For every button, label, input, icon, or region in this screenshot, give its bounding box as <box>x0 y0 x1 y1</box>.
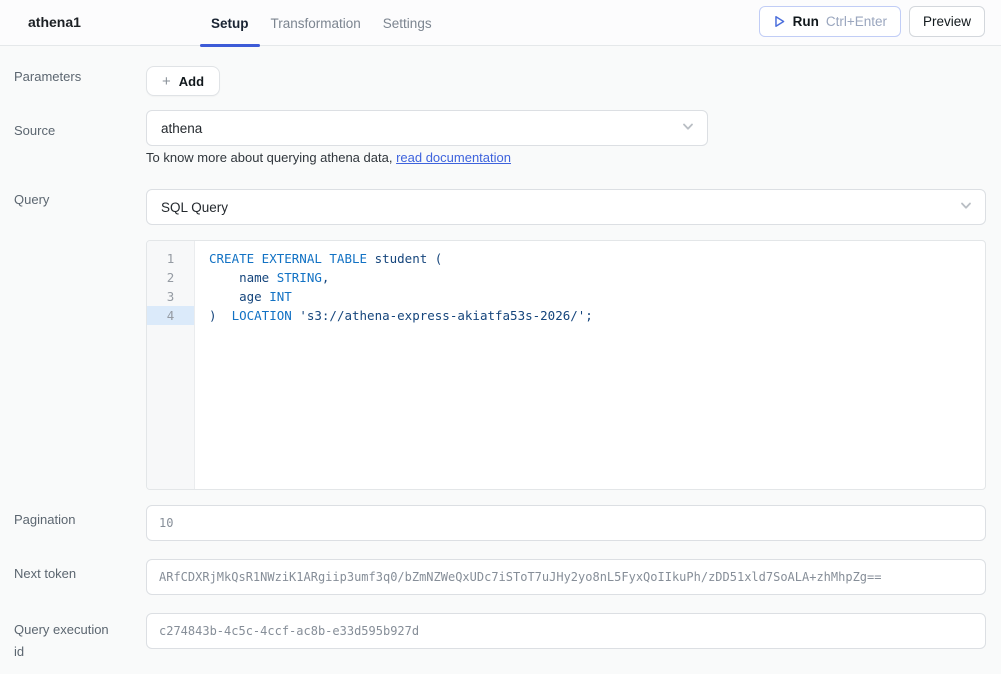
run-button-label: Run <box>793 14 819 29</box>
source-label: Source <box>14 123 55 138</box>
read-documentation-link[interactable]: read documentation <box>396 150 511 165</box>
query-execution-id-input[interactable] <box>146 613 986 649</box>
header-actions: Run Ctrl+Enter Preview <box>759 6 985 37</box>
source-select-value: athena <box>161 121 202 136</box>
run-button[interactable]: Run Ctrl+Enter <box>759 6 901 37</box>
code-line: age INT <box>209 287 985 306</box>
source-helper-text: To know more about querying athena data,… <box>146 150 511 165</box>
pagination-input[interactable] <box>146 505 986 541</box>
pagination-label: Pagination <box>14 512 75 527</box>
tab-transformation[interactable]: Transformation <box>260 0 372 46</box>
query-name: athena1 <box>28 14 81 30</box>
parameters-label: Parameters <box>14 69 81 84</box>
chevron-down-icon <box>959 199 973 216</box>
add-parameter-label: Add <box>179 74 204 89</box>
editor-tabs: Setup Transformation Settings <box>200 0 443 46</box>
line-number: 1 <box>147 249 194 268</box>
query-type-select-value: SQL Query <box>161 200 228 215</box>
preview-button[interactable]: Preview <box>909 6 985 37</box>
run-shortcut-hint: Ctrl+Enter <box>826 14 887 29</box>
line-number: 2 <box>147 268 194 287</box>
add-parameter-button[interactable]: + Add <box>146 66 220 96</box>
plus-icon: + <box>162 74 171 89</box>
next-token-label: Next token <box>14 566 76 581</box>
line-number: 3 <box>147 287 194 306</box>
query-editor-header: athena1 Setup Transformation Settings Ru… <box>0 0 1001 46</box>
query-type-select[interactable]: SQL Query <box>146 189 986 225</box>
tab-settings[interactable]: Settings <box>372 0 443 46</box>
next-token-input[interactable] <box>146 559 986 595</box>
source-select[interactable]: athena <box>146 110 708 146</box>
line-number-gutter: 1234 <box>147 241 195 489</box>
play-icon <box>773 15 786 28</box>
code-line: name STRING, <box>209 268 985 287</box>
tab-setup[interactable]: Setup <box>200 0 260 46</box>
code-line: CREATE EXTERNAL TABLE student ( <box>209 249 985 268</box>
query-execution-id-label: Query execution id <box>14 619 109 663</box>
helper-text-prefix: To know more about querying athena data, <box>146 150 396 165</box>
sql-code-editor[interactable]: 1234 CREATE EXTERNAL TABLE student ( nam… <box>146 240 986 490</box>
sql-code-area[interactable]: CREATE EXTERNAL TABLE student ( name STR… <box>195 241 985 489</box>
chevron-down-icon <box>681 120 695 137</box>
preview-button-label: Preview <box>923 14 971 29</box>
line-number: 4 <box>147 306 194 325</box>
query-label: Query <box>14 192 49 207</box>
code-line: ) LOCATION 's3://athena-express-akiatfa5… <box>209 306 985 325</box>
